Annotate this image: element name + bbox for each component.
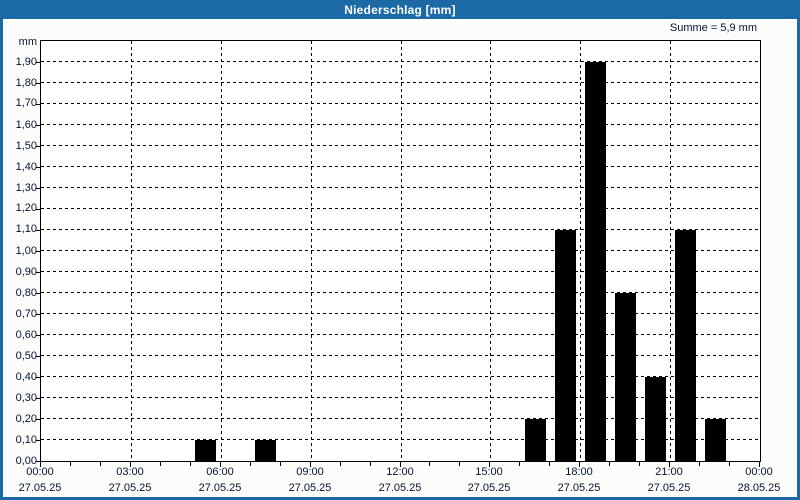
y-tick-label: 0,80 xyxy=(15,287,37,299)
y-tick-label: 0,60 xyxy=(15,329,37,341)
x-tick-mark xyxy=(549,462,550,466)
y-tick-mark xyxy=(36,83,40,84)
vertical-gridline xyxy=(490,41,491,461)
y-tick-label: 0,30 xyxy=(15,392,37,404)
precipitation-bar xyxy=(615,293,636,461)
y-tick-label: 1,00 xyxy=(15,245,37,257)
y-tick-label: 0,90 xyxy=(15,266,37,278)
x-time-label: 21:00 xyxy=(655,466,683,478)
precipitation-bar xyxy=(675,230,696,461)
y-tick-mark xyxy=(36,104,40,105)
x-time-label: 09:00 xyxy=(296,466,324,478)
x-tick-mark xyxy=(699,462,700,466)
x-tick-mark xyxy=(340,462,341,466)
x-tick-mark xyxy=(429,462,430,466)
y-tick-label: 1,90 xyxy=(15,56,37,68)
y-tick-mark xyxy=(36,335,40,336)
y-tick-mark xyxy=(36,440,40,441)
y-tick-mark xyxy=(36,188,40,189)
x-tick-mark xyxy=(639,462,640,466)
vertical-gridline xyxy=(670,41,671,461)
x-tick-mark xyxy=(609,462,610,466)
precipitation-bar xyxy=(255,440,276,461)
x-tick-mark xyxy=(250,462,251,466)
x-tick-mark xyxy=(370,462,371,466)
y-tick-mark xyxy=(36,398,40,399)
title-bar: Niederschlag [mm] xyxy=(0,0,800,19)
y-tick-mark xyxy=(36,167,40,168)
y-tick-label: 0,20 xyxy=(15,413,37,425)
x-time-label: 06:00 xyxy=(206,466,234,478)
vertical-gridline xyxy=(401,41,402,461)
x-time-label: 00:00 xyxy=(745,466,773,478)
x-date-label: 27.05.25 xyxy=(557,482,601,494)
y-tick-label: 1,10 xyxy=(15,223,37,235)
x-date-label: 27.05.25 xyxy=(108,482,152,494)
x-time-label: 18:00 xyxy=(565,466,593,478)
y-tick-mark xyxy=(36,146,40,147)
x-date-label: 27.05.25 xyxy=(288,482,332,494)
y-tick-mark xyxy=(36,125,40,126)
y-tick-mark xyxy=(36,251,40,252)
x-time-label: 12:00 xyxy=(386,466,414,478)
y-tick-mark xyxy=(36,314,40,315)
y-tick-mark xyxy=(36,356,40,357)
y-tick-label: 0,70 xyxy=(15,308,37,320)
y-tick-mark xyxy=(36,293,40,294)
vertical-gridline xyxy=(311,41,312,461)
y-tick-label: 1,20 xyxy=(15,202,37,214)
sum-annotation: Summe = 5,9 mm xyxy=(669,22,757,34)
precipitation-bar xyxy=(705,419,726,461)
y-tick-label: 1,50 xyxy=(15,140,37,152)
x-date-label: 27.05.25 xyxy=(18,482,62,494)
x-time-label: 15:00 xyxy=(475,466,503,478)
window-title: Niederschlag [mm] xyxy=(344,2,456,17)
x-date-label: 27.05.25 xyxy=(198,482,242,494)
y-tick-label: 1,80 xyxy=(15,77,37,89)
y-tick-mark xyxy=(36,377,40,378)
y-tick-label: 1,70 xyxy=(15,97,37,109)
y-tick-mark xyxy=(36,419,40,420)
x-tick-mark xyxy=(190,462,191,466)
plot-area xyxy=(40,40,761,462)
precipitation-bar xyxy=(195,440,216,461)
x-date-label: 27.05.25 xyxy=(467,482,511,494)
x-tick-mark xyxy=(729,462,730,466)
window-border-left xyxy=(0,19,3,500)
y-tick-mark xyxy=(36,62,40,63)
x-tick-mark xyxy=(160,462,161,466)
x-date-label: 27.05.25 xyxy=(647,482,691,494)
precipitation-bar xyxy=(645,377,666,461)
x-date-label: 27.05.25 xyxy=(378,482,422,494)
x-tick-mark xyxy=(100,462,101,466)
y-tick-mark xyxy=(36,209,40,210)
y-tick-label: 0,50 xyxy=(15,350,37,362)
y-tick-label: 1,30 xyxy=(15,182,37,194)
chart-window: Niederschlag [mm] Summe = 5,9 mm mm 0,00… xyxy=(0,0,800,500)
vertical-gridline xyxy=(580,41,581,461)
y-tick-label: 0,10 xyxy=(15,434,37,446)
y-tick-mark xyxy=(36,230,40,231)
vertical-gridline xyxy=(131,41,132,461)
y-tick-label: 1,40 xyxy=(15,161,37,173)
y-tick-label: 0,40 xyxy=(15,371,37,383)
precipitation-bar xyxy=(585,62,606,461)
precipitation-bar xyxy=(525,419,546,461)
x-time-label: 00:00 xyxy=(26,466,54,478)
precipitation-bar xyxy=(555,230,576,461)
x-time-label: 03:00 xyxy=(116,466,144,478)
x-tick-mark xyxy=(519,462,520,466)
x-tick-mark xyxy=(459,462,460,466)
x-date-label: 28.05.25 xyxy=(737,482,781,494)
y-tick-mark xyxy=(36,272,40,273)
y-tick-label: 1,60 xyxy=(15,119,37,131)
x-tick-mark xyxy=(70,462,71,466)
y-axis-unit-label: mm xyxy=(18,36,37,48)
x-tick-mark xyxy=(280,462,281,466)
vertical-gridline xyxy=(221,41,222,461)
